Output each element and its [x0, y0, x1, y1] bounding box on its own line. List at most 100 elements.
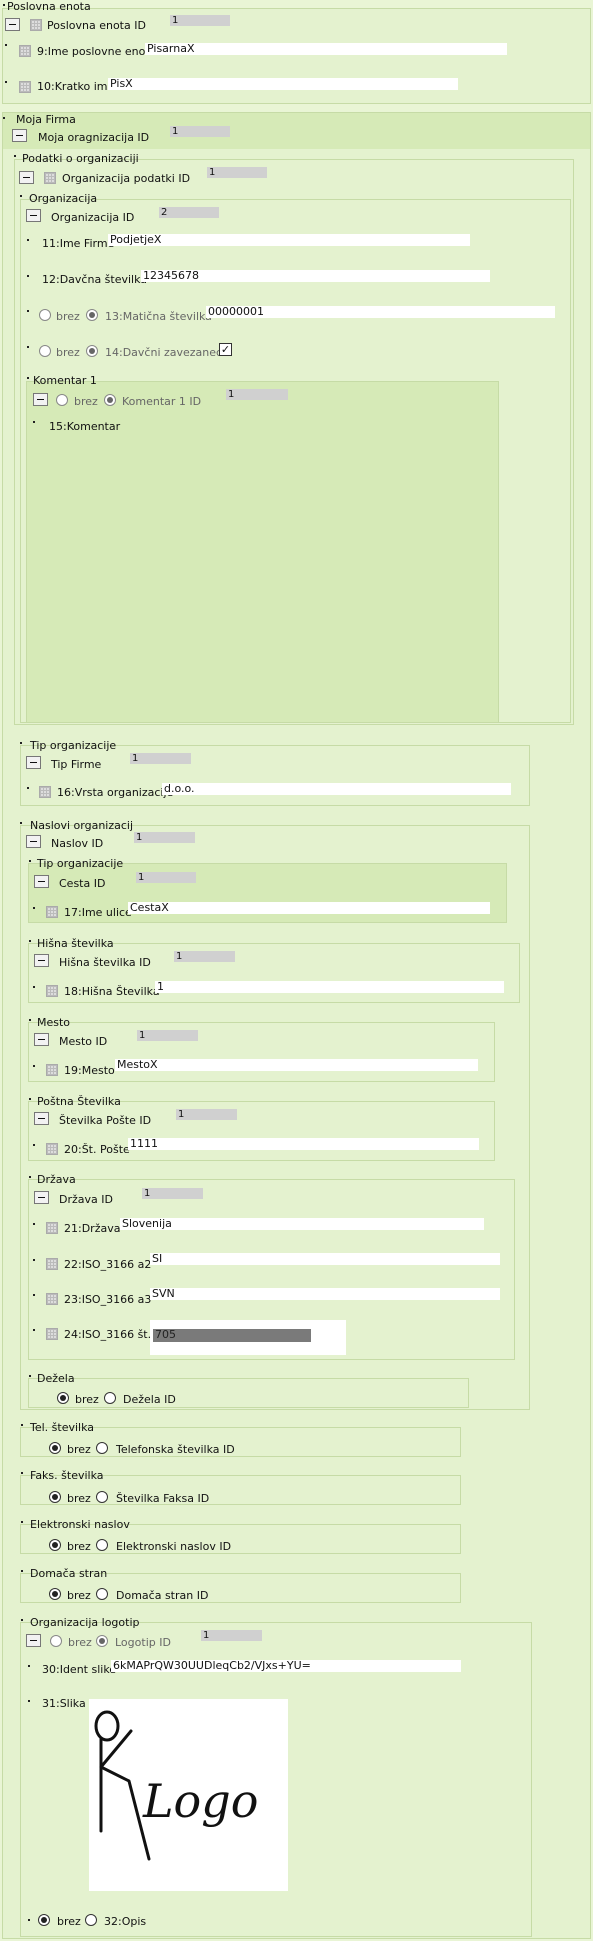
- bullet: [27, 346, 29, 348]
- cesta-id-field[interactable]: 1: [136, 872, 196, 883]
- drzava-label: 21:Država: [64, 1222, 121, 1235]
- ident-slike-input[interactable]: 6kMAPrQW30UUDleqCb2/VJxs+YU=: [111, 1660, 461, 1672]
- drzava-title: Država: [37, 1173, 76, 1186]
- iso-st-input[interactable]: 705: [153, 1329, 311, 1342]
- bullet: [5, 81, 7, 83]
- logotip-id-field[interactable]: 1: [201, 1630, 262, 1641]
- brez-radio[interactable]: [56, 394, 68, 406]
- collapse-button[interactable]: [19, 171, 34, 184]
- collapse-button[interactable]: [33, 393, 48, 406]
- brez-label: brez: [75, 1393, 99, 1406]
- brez-radio[interactable]: [39, 345, 51, 357]
- web-id-radio[interactable]: [96, 1588, 108, 1600]
- logo-image: Logo: [94, 1710, 258, 1861]
- brez-label: brez: [67, 1540, 91, 1553]
- hisna-stevilka-input[interactable]: 1: [155, 981, 504, 993]
- collapse-button[interactable]: [34, 954, 49, 967]
- iso-st-label: 24:ISO_3166 št.: [64, 1328, 152, 1341]
- st-poste-input[interactable]: 1111: [128, 1138, 479, 1150]
- brez-radio[interactable]: [39, 309, 51, 321]
- drzava-input[interactable]: Slovenija: [120, 1218, 484, 1230]
- web-id-label: Domača stran ID: [116, 1589, 209, 1602]
- organizacija-id-field[interactable]: 2: [159, 207, 219, 218]
- bullet: [5, 44, 7, 46]
- collapse-button[interactable]: [34, 875, 49, 888]
- bullet: [28, 1919, 30, 1921]
- poslovna-enota-id-label: Poslovna enota ID: [47, 19, 146, 32]
- ime-firme-label: 11:Ime Firme: [42, 237, 115, 250]
- organizacija-podatki-id-field[interactable]: 1: [207, 167, 267, 178]
- bullet: [21, 1619, 23, 1621]
- maticna-stevilka-label: 13:Matična številka: [105, 310, 212, 323]
- iso-a3-input[interactable]: SVN: [150, 1288, 500, 1300]
- logotip-brez-radio[interactable]: [50, 1635, 62, 1647]
- slika-image-box[interactable]: Logo: [89, 1699, 288, 1891]
- davcni-zavezanec-checkbox[interactable]: ✓: [219, 343, 232, 356]
- podatki-title: Podatki o organizaciji: [22, 152, 139, 165]
- collapse-button[interactable]: [34, 1191, 49, 1204]
- collapse-button[interactable]: [26, 1634, 41, 1647]
- drzava-id-field[interactable]: 1: [142, 1188, 203, 1199]
- bullet: [3, 117, 5, 119]
- mesto-input[interactable]: MestoX: [115, 1059, 478, 1071]
- kratko-ime-label: 10:Kratko ime: [37, 80, 115, 93]
- dezela-brez-radio[interactable]: [57, 1392, 69, 1404]
- collapse-button[interactable]: [12, 129, 27, 142]
- komentar-id-field[interactable]: 1: [226, 389, 288, 400]
- ime-ulice-label: 17:Ime ulice: [64, 906, 132, 919]
- email-id-radio[interactable]: [96, 1539, 108, 1551]
- logo-text: Logo: [142, 1774, 258, 1828]
- maticna-stevilka-input[interactable]: 00000001: [206, 306, 555, 318]
- collapse-button[interactable]: [34, 1112, 49, 1125]
- opis-brez-radio[interactable]: [38, 1914, 50, 1926]
- davcna-stevilka-input[interactable]: 12345678: [141, 270, 490, 282]
- faks-brez-radio[interactable]: [49, 1491, 61, 1503]
- davcni-zavezanec-radio[interactable]: [86, 345, 98, 357]
- email-brez-radio[interactable]: [49, 1539, 61, 1551]
- dezela-id-radio[interactable]: [104, 1392, 116, 1404]
- faks-id-label: Številka Faksa ID: [116, 1492, 210, 1505]
- maticna-stevilka-radio[interactable]: [86, 309, 98, 321]
- bullet: [29, 1375, 31, 1377]
- collapse-button[interactable]: [26, 756, 41, 769]
- opis-radio[interactable]: [85, 1914, 97, 1926]
- organizacija-title: Organizacija: [29, 192, 98, 205]
- bullet: [33, 1294, 35, 1296]
- komentar-id-radio[interactable]: [104, 394, 116, 406]
- naslov-id-field[interactable]: 1: [134, 832, 195, 843]
- davcna-stevilka-label: 12:Davčna številka: [42, 273, 148, 286]
- posta-title: Poštna Številka: [37, 1095, 121, 1108]
- grid-icon: [46, 1258, 58, 1270]
- faks-id-radio[interactable]: [96, 1491, 108, 1503]
- dezela-id-label: Dežela ID: [123, 1393, 176, 1406]
- collapse-button[interactable]: [5, 18, 20, 31]
- logotip-id-radio[interactable]: [96, 1635, 108, 1647]
- web-brez-radio[interactable]: [49, 1588, 61, 1600]
- kratko-ime-input[interactable]: PisX: [108, 78, 458, 90]
- grid-icon: [46, 1064, 58, 1076]
- vrsta-organizacije-input[interactable]: d.o.o.: [162, 783, 511, 795]
- hisna-id-label: Hišna številka ID: [59, 956, 151, 969]
- ime-ulice-input[interactable]: CestaX: [128, 902, 490, 914]
- logotip-title: Organizacija logotip: [30, 1616, 140, 1629]
- hisna-id-field[interactable]: 1: [174, 951, 235, 962]
- bullet: [20, 822, 22, 824]
- collapse-button[interactable]: [26, 835, 41, 848]
- tip-firme-id-field[interactable]: 1: [130, 753, 191, 764]
- ime-poslovne-enote-input[interactable]: PisarnaX: [145, 43, 507, 55]
- tel-brez-radio[interactable]: [49, 1442, 61, 1454]
- iso-a2-input[interactable]: SI: [150, 1253, 500, 1265]
- iso-a3-label: 23:ISO_3166 a3: [64, 1293, 152, 1306]
- ime-firme-input[interactable]: PodjetjeX: [108, 234, 470, 246]
- posta-id-field[interactable]: 1: [176, 1109, 237, 1120]
- collapse-button[interactable]: [26, 209, 41, 222]
- bullet: [21, 1424, 23, 1426]
- bullet: [33, 1329, 35, 1331]
- mesto-id-field[interactable]: 1: [137, 1030, 198, 1041]
- organizacija-podatki-id-label: Organizacija podatki ID: [62, 172, 191, 185]
- tel-id-radio[interactable]: [96, 1442, 108, 1454]
- moja-organizacija-id-field[interactable]: 1: [170, 126, 230, 137]
- bullet: [33, 1065, 35, 1067]
- poslovna-enota-id-field[interactable]: 1: [170, 15, 230, 26]
- collapse-button[interactable]: [34, 1033, 49, 1046]
